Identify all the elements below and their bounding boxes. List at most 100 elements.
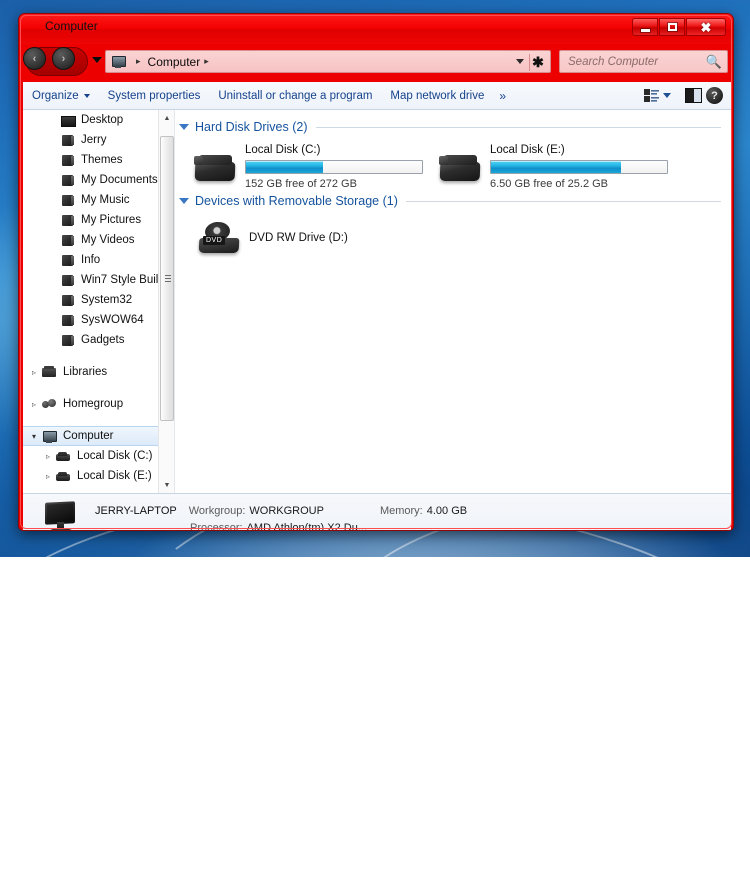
- chevron-down-icon: [84, 94, 90, 98]
- system-properties-button[interactable]: System properties: [99, 85, 210, 107]
- sidebar-item-label: My Pictures: [81, 214, 141, 226]
- sidebar-item-my-documents[interactable]: My Documents: [23, 170, 174, 190]
- expand-twisty-icon[interactable]: ▾: [27, 432, 41, 441]
- views-glyph: [644, 89, 659, 103]
- toolbar-right-group: ?: [644, 87, 731, 104]
- collapse-triangle-icon[interactable]: [179, 198, 189, 204]
- navigation-scrollbar[interactable]: ▲ ▼: [158, 110, 174, 493]
- uninstall-program-button[interactable]: Uninstall or change a program: [209, 85, 381, 107]
- sidebar-item-libraries[interactable]: ▹Libraries: [23, 362, 174, 382]
- drive-item[interactable]: Local Disk (E:)6.50 GB free of 25.2 GB: [438, 142, 683, 190]
- folder-icon: [59, 293, 76, 308]
- forward-button[interactable]: ›: [52, 47, 75, 70]
- sidebar-item-info[interactable]: Info: [23, 250, 174, 270]
- dvd-icon: DVD: [197, 218, 241, 258]
- search-input[interactable]: Search Computer: [568, 56, 658, 68]
- sidebar-item-system32[interactable]: System32: [23, 290, 174, 310]
- folder-icon: [59, 193, 76, 208]
- drive-info: Local Disk (E:)6.50 GB free of 25.2 GB: [490, 142, 668, 190]
- drive-item[interactable]: Local Disk (C:)152 GB free of 272 GB: [193, 142, 438, 190]
- sidebar-item-label: My Videos: [81, 234, 134, 246]
- details-text: JERRY-LAPTOP Workgroup: WORKGROUP Memory…: [95, 503, 467, 531]
- sidebar-item-label: System32: [81, 294, 132, 306]
- close-button[interactable]: ✖: [686, 18, 726, 36]
- sidebar-spacer: [23, 350, 174, 362]
- breadcrumb-item-computer[interactable]: Computer: [148, 55, 201, 69]
- sidebar-item-desktop[interactable]: Desktop: [23, 110, 174, 130]
- group-title: Devices with Removable Storage (1): [195, 194, 398, 208]
- details-pane: JERRY-LAPTOP Workgroup: WORKGROUP Memory…: [23, 493, 731, 531]
- preview-pane-icon[interactable]: [685, 88, 702, 103]
- history-dropdown-icon[interactable]: [92, 57, 102, 63]
- collapse-triangle-icon[interactable]: [179, 124, 189, 130]
- maximize-button[interactable]: [659, 18, 685, 36]
- toolbar-overflow-button[interactable]: »: [493, 89, 512, 103]
- expand-twisty-icon[interactable]: ▹: [41, 452, 55, 461]
- sidebar-item-label: My Documents: [81, 174, 158, 186]
- group-title: Hard Disk Drives (2): [195, 120, 308, 134]
- title-bar[interactable]: Computer ✖: [19, 14, 733, 44]
- maximize-icon: [668, 23, 677, 31]
- processor-label: Processor:: [190, 520, 243, 531]
- map-network-drive-button[interactable]: Map network drive: [381, 85, 493, 107]
- search-icon[interactable]: 🔍: [706, 54, 722, 70]
- sidebar-item-label: Desktop: [81, 114, 123, 126]
- workgroup-value: WORKGROUP: [249, 503, 324, 520]
- folder-icon: [59, 313, 76, 328]
- change-view-icon[interactable]: [644, 89, 659, 103]
- organize-label: Organize: [32, 90, 79, 102]
- address-bar[interactable]: ▸ Computer ▸ ✱: [105, 50, 551, 73]
- sidebar-item-label: Computer: [63, 430, 114, 442]
- sidebar-item-label: SysWOW64: [81, 314, 144, 326]
- sidebar-item-local-disk-e[interactable]: ▹Local Disk (E:): [23, 466, 174, 486]
- capacity-bar: [245, 160, 423, 174]
- expand-twisty-icon[interactable]: ▹: [27, 400, 41, 409]
- library-icon: [41, 365, 58, 380]
- sidebar-item-label: Homegroup: [63, 398, 123, 410]
- sidebar-item-syswow64[interactable]: SysWOW64: [23, 310, 174, 330]
- expand-twisty-icon[interactable]: ▹: [41, 472, 55, 481]
- help-button[interactable]: ?: [706, 87, 723, 104]
- sidebar-item-label: Local Disk (C:): [77, 450, 152, 462]
- capacity-bar-fill: [491, 161, 621, 173]
- memory-value: 4.00 GB: [427, 503, 467, 520]
- workgroup-label: Workgroup:: [189, 503, 246, 520]
- content-pane[interactable]: Hard Disk Drives (2) Local Disk (C:)152 G…: [175, 110, 731, 493]
- back-button[interactable]: ‹: [23, 47, 46, 70]
- explorer-window: Computer ✖ ‹ › ▸ Computer ▸ ✱ Sea: [18, 13, 734, 531]
- window-title: Computer: [45, 19, 98, 33]
- sidebar-item-gadgets[interactable]: Gadgets: [23, 330, 174, 350]
- sidebar-item-label: Themes: [81, 154, 123, 166]
- group-header[interactable]: Devices with Removable Storage (1): [179, 194, 731, 208]
- scroll-up-icon[interactable]: ▲: [159, 110, 175, 126]
- sidebar-item-homegroup[interactable]: ▹ Homegroup: [23, 394, 174, 414]
- group-divider: [316, 127, 721, 128]
- expand-twisty-icon[interactable]: ▹: [27, 368, 41, 377]
- sidebar-item-computer[interactable]: ▾ Computer: [23, 426, 174, 446]
- refresh-button[interactable]: ✱: [529, 54, 546, 71]
- sidebar-item-local-disk-c[interactable]: ▹ Local Disk (C:): [23, 446, 174, 466]
- scroll-down-icon[interactable]: ▼: [159, 477, 175, 493]
- sidebar-item-my-music[interactable]: My Music: [23, 190, 174, 210]
- address-dropdown-icon[interactable]: [516, 59, 524, 64]
- drive-item[interactable]: DVDDVD RW Drive (D:): [175, 210, 731, 258]
- minimize-button[interactable]: [632, 18, 658, 36]
- command-toolbar: Organize System properties Uninstall or …: [23, 82, 731, 110]
- desktop-icon: [59, 113, 76, 128]
- group-header[interactable]: Hard Disk Drives (2): [179, 120, 731, 134]
- sidebar-item-jerry[interactable]: Jerry: [23, 130, 174, 150]
- sidebar-item-my-pictures[interactable]: My Pictures: [23, 210, 174, 230]
- drive-name: Local Disk (C:): [245, 144, 423, 156]
- breadcrumb-separator[interactable]: ▸: [204, 56, 209, 67]
- search-box[interactable]: Search Computer 🔍: [559, 50, 728, 73]
- drive-list: Local Disk (C:)152 GB free of 272 GBLoca…: [175, 136, 731, 190]
- sidebar-item-my-videos[interactable]: My Videos: [23, 230, 174, 250]
- close-icon: ✖: [701, 21, 712, 34]
- views-dropdown-icon[interactable]: [663, 93, 671, 98]
- sidebar-item-win7-style-builder[interactable]: Win7 Style Builder: [23, 270, 174, 290]
- folder-icon: [59, 213, 76, 228]
- scrollbar-thumb[interactable]: [160, 136, 174, 421]
- computer-icon: [110, 54, 127, 69]
- sidebar-item-themes[interactable]: Themes: [23, 150, 174, 170]
- organize-button[interactable]: Organize: [23, 85, 99, 107]
